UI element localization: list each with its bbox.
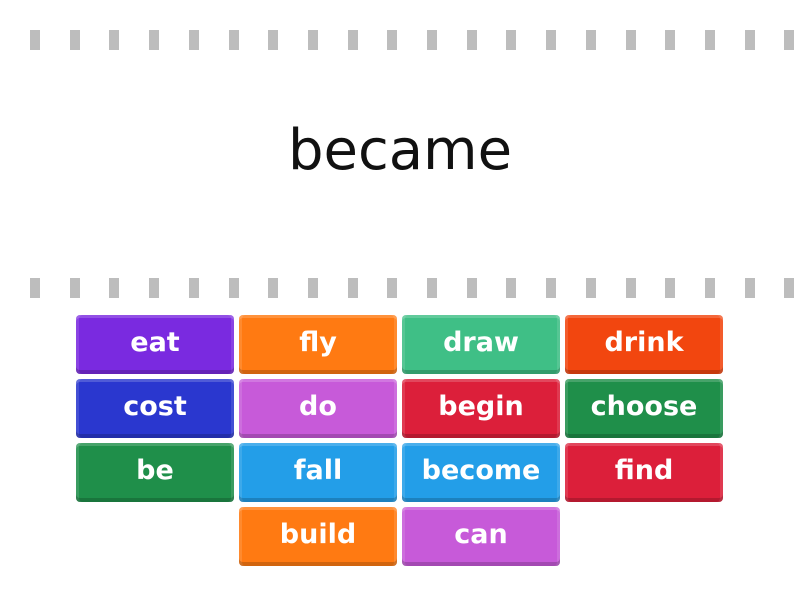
dash-mark: [387, 30, 398, 50]
bottom-dashed-divider: [0, 278, 800, 298]
dash-mark: [188, 30, 199, 50]
answer-tile[interactable]: choose: [565, 379, 723, 438]
dash-mark: [307, 278, 318, 298]
dash-mark: [744, 278, 755, 298]
answer-tile[interactable]: find: [565, 443, 723, 502]
answer-tile[interactable]: fly: [239, 315, 397, 374]
dash-mark: [149, 30, 160, 50]
answer-grid: eat fly draw drink cost do begin choose …: [76, 315, 724, 566]
dash-mark: [665, 278, 676, 298]
answer-tile[interactable]: become: [402, 443, 560, 502]
answer-tile[interactable]: can: [402, 507, 560, 566]
dash-mark: [228, 30, 239, 50]
dash-mark: [109, 278, 120, 298]
dash-mark: [228, 278, 239, 298]
dash-mark: [466, 30, 477, 50]
dash-mark: [704, 30, 715, 50]
dash-mark: [69, 278, 80, 298]
answer-tile[interactable]: drink: [565, 315, 723, 374]
dash-mark: [704, 278, 715, 298]
top-dashed-divider: [0, 30, 800, 50]
dash-mark: [506, 278, 517, 298]
dash-mark: [546, 30, 557, 50]
dash-mark: [149, 278, 160, 298]
dash-mark: [387, 278, 398, 298]
dash-mark: [268, 278, 279, 298]
dash-mark: [307, 30, 318, 50]
answer-tile[interactable]: begin: [402, 379, 560, 438]
answer-tile[interactable]: draw: [402, 315, 560, 374]
dash-mark: [347, 30, 358, 50]
dash-mark: [625, 278, 636, 298]
dash-mark: [30, 278, 40, 298]
dash-mark: [506, 30, 517, 50]
dash-mark: [69, 30, 80, 50]
dash-mark: [268, 30, 279, 50]
answer-tile[interactable]: eat: [76, 315, 234, 374]
dash-mark: [546, 278, 557, 298]
dash-mark: [427, 30, 437, 50]
dash-mark: [585, 278, 596, 298]
dash-mark: [347, 278, 358, 298]
dash-mark: [109, 30, 120, 50]
dash-mark: [188, 278, 199, 298]
answer-tile[interactable]: build: [239, 507, 397, 566]
dash-mark: [744, 30, 755, 50]
dash-mark: [665, 30, 676, 50]
dash-mark: [625, 30, 636, 50]
question-word: became: [287, 118, 513, 183]
answer-tile[interactable]: fall: [239, 443, 397, 502]
dash-mark: [585, 30, 596, 50]
dash-mark: [30, 30, 40, 50]
dash-mark: [466, 278, 477, 298]
answer-tile[interactable]: cost: [76, 379, 234, 438]
dash-mark: [784, 278, 795, 298]
answer-tile[interactable]: be: [76, 443, 234, 502]
dash-mark: [427, 278, 437, 298]
answer-tile[interactable]: do: [239, 379, 397, 438]
dash-mark: [784, 30, 795, 50]
